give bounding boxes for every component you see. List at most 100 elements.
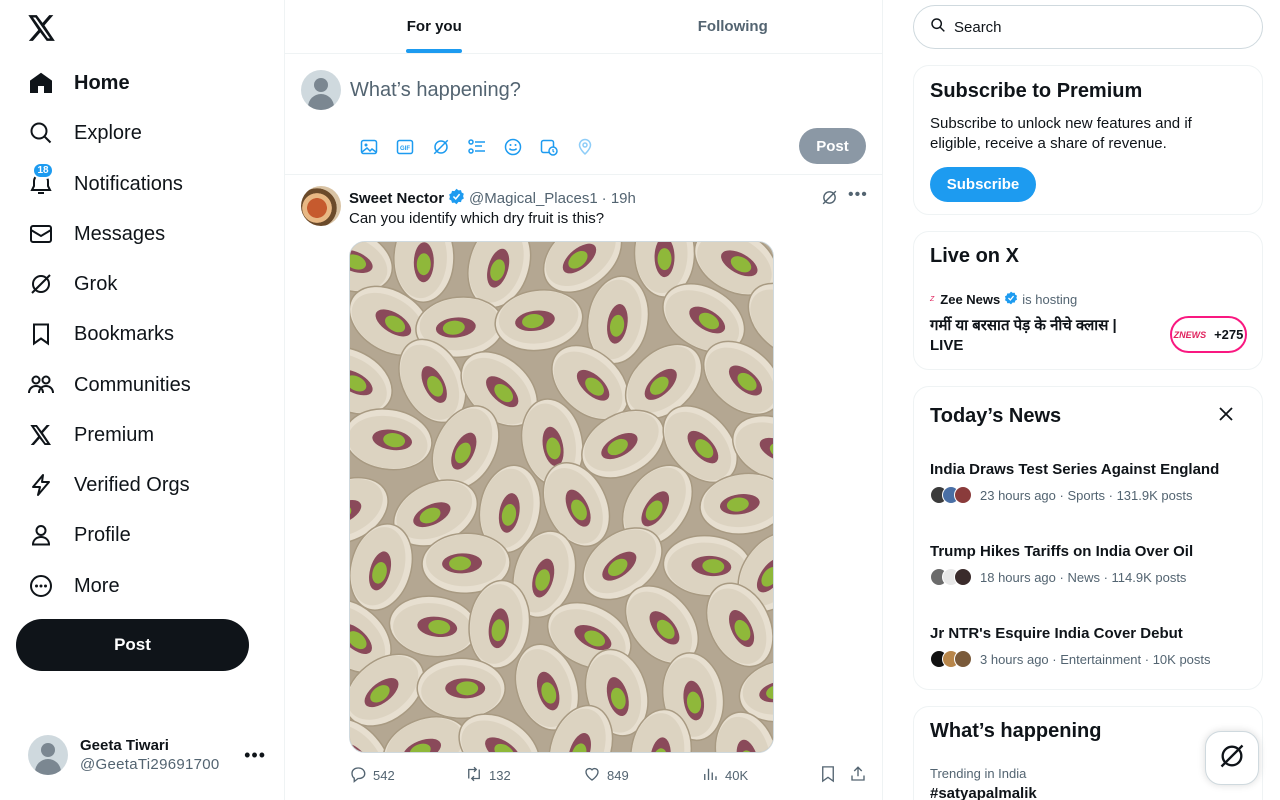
live-host-name: Zee News xyxy=(940,292,1001,307)
timeline-tabs: For you Following xyxy=(285,0,882,54)
zee-logo-icon: ZNEWS xyxy=(1173,329,1207,340)
news-headline: Trump Hikes Tariffs on India Over Oil xyxy=(930,543,1194,560)
subscribe-button[interactable]: Subscribe xyxy=(930,167,1036,202)
nav-communities[interactable]: Communities xyxy=(16,360,191,410)
location-icon xyxy=(567,136,603,158)
premium-card: Subscribe to Premium Subscribe to unlock… xyxy=(913,65,1263,215)
nav-home[interactable]: Home xyxy=(16,58,130,108)
news-meta: 23 hours ago · Sports · 131.9K posts xyxy=(980,487,1193,503)
nav-bookmarks[interactable]: Bookmarks xyxy=(16,309,174,359)
nav-messages[interactable]: Messages xyxy=(16,209,165,259)
like-button[interactable]: 849 xyxy=(583,765,629,786)
home-icon xyxy=(28,70,54,96)
nav-label: Grok xyxy=(74,272,118,295)
tweet[interactable]: Sweet Nector @Magical_Places1 · 19h Can … xyxy=(285,175,882,800)
notification-badge: 18 xyxy=(32,162,54,179)
trend-context: Trending in India xyxy=(930,766,1027,781)
nav-label: Bookmarks xyxy=(74,322,175,345)
heart-icon xyxy=(583,765,601,786)
avatar xyxy=(28,735,68,775)
avatar[interactable] xyxy=(301,186,341,226)
happening-title: What’s happening xyxy=(930,720,1102,742)
live-hosting-label: is hosting xyxy=(1022,292,1078,307)
nav-explore[interactable]: Explore xyxy=(16,108,142,158)
news-avatars xyxy=(930,486,972,504)
poll-icon[interactable] xyxy=(459,136,495,158)
svg-text:GIF: GIF xyxy=(400,146,410,152)
grok-floating-button[interactable] xyxy=(1205,731,1259,785)
views-button[interactable]: 40K xyxy=(701,765,748,786)
timeline: For you Following What’s happening? GIF … xyxy=(284,0,883,800)
news-card: Today’s News India Draws Test Series Aga… xyxy=(913,386,1263,690)
tab-for-you[interactable]: For you xyxy=(285,0,584,53)
news-item[interactable]: India Draws Test Series Against England … xyxy=(930,461,1250,504)
nav-label: More xyxy=(74,574,120,597)
news-item[interactable]: Jr NTR's Esquire India Cover Debut 3 hou… xyxy=(930,625,1250,668)
live-listeners-pill[interactable]: ZNEWS +275 xyxy=(1170,316,1247,353)
reply-button[interactable]: 542 xyxy=(349,765,395,786)
nav-grok[interactable]: Grok xyxy=(16,259,117,309)
account-switcher[interactable]: Geeta Tiwari @GeetaTi29691700 ••• xyxy=(16,725,278,785)
tab-following[interactable]: Following xyxy=(584,0,883,53)
post-button[interactable]: Post xyxy=(16,619,249,671)
nav-profile[interactable]: Profile xyxy=(16,510,131,560)
tweet-image[interactable] xyxy=(349,241,774,753)
tweet-author-name[interactable]: Sweet Nector xyxy=(349,190,444,207)
avatar xyxy=(301,70,341,110)
news-title: Today’s News xyxy=(930,405,1062,427)
live-broadcast-title[interactable]: गर्मी या बरसात पेड़ के नीचे क्लास | LIVE xyxy=(930,316,1150,356)
emoji-icon[interactable] xyxy=(495,136,531,158)
live-title: Live on X xyxy=(930,245,1019,267)
premium-description: Subscribe to unlock new features and if … xyxy=(930,115,1192,152)
premium-title: Subscribe to Premium xyxy=(930,80,1143,102)
trend-hashtag[interactable]: #satyapalmalik xyxy=(930,785,1037,800)
nav-notifications[interactable]: 18 Notifications xyxy=(16,159,183,209)
views-count: 40K xyxy=(725,768,749,783)
nav-label: Premium xyxy=(74,423,155,446)
nav-premium[interactable]: Premium xyxy=(16,410,154,460)
x-logo-icon xyxy=(28,422,54,448)
bell-icon: 18 xyxy=(28,162,54,197)
search-placeholder: Search xyxy=(954,18,1002,36)
schedule-icon[interactable] xyxy=(531,136,567,158)
live-card: Live on X Z Zee News is hosting गर्मी या… xyxy=(913,231,1263,370)
news-headline: India Draws Test Series Against England xyxy=(930,461,1220,478)
x-logo-icon[interactable] xyxy=(26,12,58,44)
grok-icon[interactable] xyxy=(821,189,838,211)
reply-count: 542 xyxy=(373,768,395,783)
gif-icon[interactable]: GIF xyxy=(387,136,423,158)
nav-verified-orgs[interactable]: Verified Orgs xyxy=(16,460,190,510)
composer-post-button[interactable]: Post xyxy=(799,128,866,164)
composer-input[interactable]: What’s happening? xyxy=(350,79,521,102)
image-icon[interactable] xyxy=(351,136,387,158)
bookmark-icon[interactable] xyxy=(819,765,837,783)
news-avatars xyxy=(930,568,972,586)
news-item[interactable]: Trump Hikes Tariffs on India Over Oil 18… xyxy=(930,543,1250,586)
repost-count: 132 xyxy=(489,768,511,783)
nav-more[interactable]: More xyxy=(16,561,120,611)
news-avatars xyxy=(930,650,972,668)
tweet-author-handle[interactable]: @Magical_Places1 xyxy=(469,190,598,207)
share-icon[interactable] xyxy=(849,765,867,783)
tweet-actions: 542 132 849 40K xyxy=(349,765,865,785)
repost-icon xyxy=(465,765,483,786)
people-icon xyxy=(28,372,54,398)
tweet-time[interactable]: · 19h xyxy=(602,190,636,207)
like-count: 849 xyxy=(607,768,629,783)
grok-icon[interactable] xyxy=(423,136,459,158)
more-dots-icon[interactable]: ••• xyxy=(244,745,266,766)
grok-icon xyxy=(28,271,54,297)
search-input[interactable]: Search xyxy=(913,5,1263,49)
more-dots-icon[interactable]: ••• xyxy=(848,186,868,204)
lightning-icon xyxy=(28,472,54,498)
right-sidebar: Search Subscribe to Premium Subscribe to… xyxy=(913,0,1263,800)
repost-button[interactable]: 132 xyxy=(465,765,511,786)
tweet-header: Sweet Nector @Magical_Places1 · 19h xyxy=(349,188,636,209)
live-host[interactable]: Z Zee News is hosting xyxy=(930,291,1077,308)
nav-label: Communities xyxy=(74,373,191,396)
close-icon[interactable] xyxy=(1219,407,1233,426)
analytics-icon xyxy=(701,765,719,786)
search-icon xyxy=(28,120,54,146)
nav-label: Messages xyxy=(74,222,166,245)
news-meta: 3 hours ago · Entertainment · 10K posts xyxy=(980,651,1211,667)
